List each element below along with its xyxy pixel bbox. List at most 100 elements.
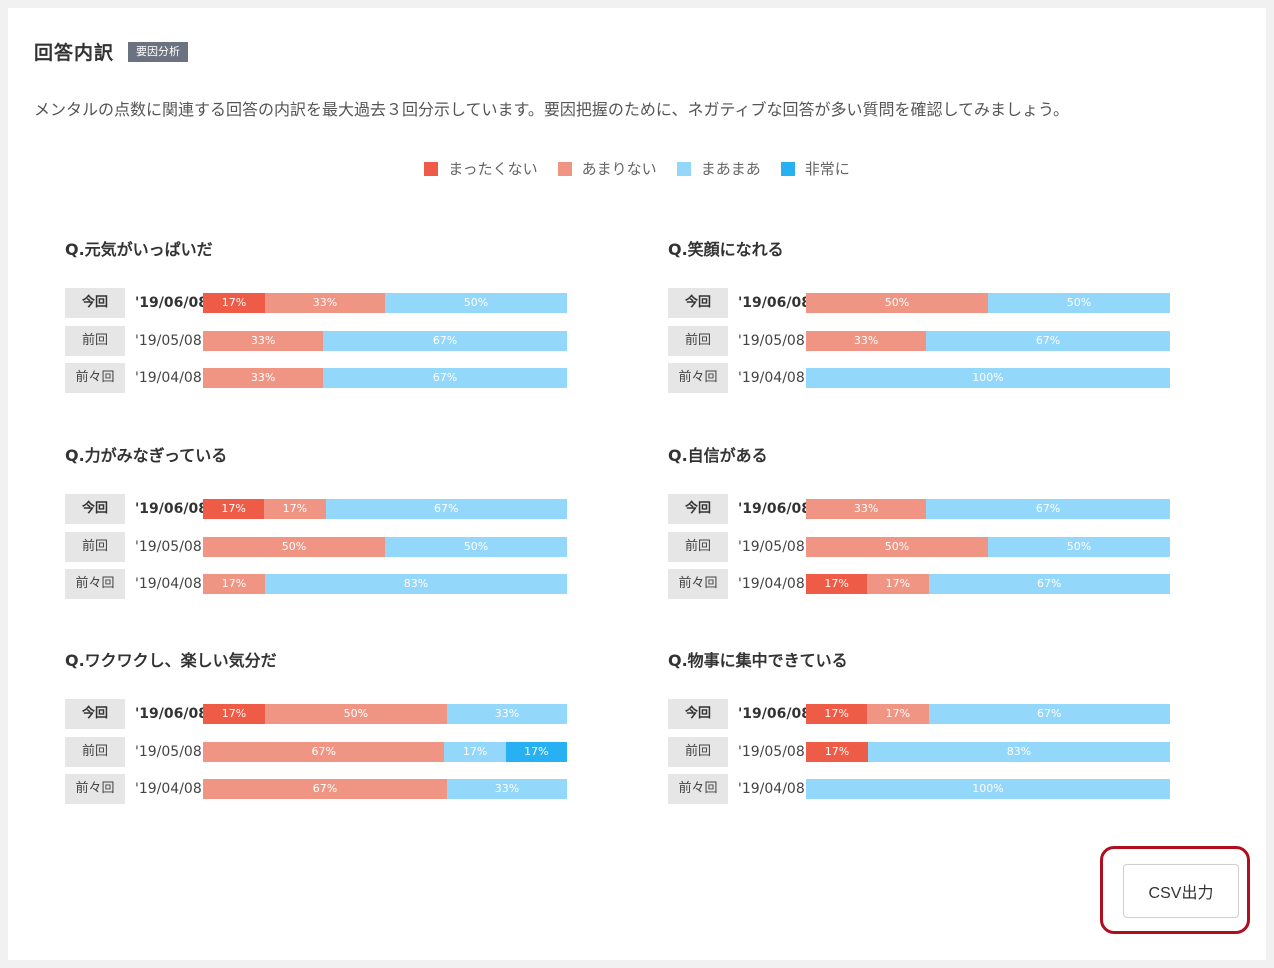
period-label: 今回 [668,699,728,729]
result-row: 前々回 '19/04/08 17% 17% 67% [668,569,1173,600]
bar-segment-somewhat: 83% [264,574,567,595]
survey-date: '19/05/08 [135,538,202,555]
stacked-bar: 50% 50% [806,536,1170,557]
legend-label: まあまあ [700,160,761,178]
section-heading: 回答内訳 要因分析 [34,38,189,65]
period-label: 今回 [668,494,728,524]
bar-segment-rarely: 33% [203,330,324,351]
bar-segment-somewhat: 50% [385,536,567,557]
result-row: 前々回 '19/04/08 100% [668,774,1173,805]
bar-segment-somewhat: 17% [444,741,506,762]
bar-segment-somewhat: 67% [323,368,567,389]
survey-date: '19/06/08 [135,706,208,722]
result-row: 前回 '19/05/08 50% 50% [668,531,1173,562]
legend-swatch [780,161,795,176]
question-title: Q.元気がいっぱいだ [65,240,213,259]
survey-date: '19/04/08 [738,781,805,798]
legend-item-very: 非常に [780,158,850,179]
result-row: 今回 '19/06/08 50% 50% [668,288,1173,318]
survey-date: '19/05/08 [135,743,202,760]
period-label: 前々回 [65,363,125,394]
question-title: Q.力がみなぎっている [65,446,228,465]
question-title: Q.笑顔になれる [668,240,784,259]
answer-breakdown-panel: 回答内訳 要因分析 メンタルの点数に関連する回答の内訳を最大過去３回分示していま… [8,8,1266,960]
stacked-bar: 33% 67% [203,368,567,389]
survey-date: '19/05/08 [135,332,202,349]
bar-segment-somewhat: 67% [325,499,567,519]
bar-segment-rarely: 17% [867,704,929,724]
description-text: メンタルの点数に関連する回答の内訳を最大過去３回分示しています。要因把握のために… [34,100,1070,119]
result-row: 前々回 '19/04/08 67% 33% [65,774,570,805]
period-label: 今回 [65,699,125,729]
stacked-bar: 17% 17% 67% [806,704,1170,724]
bar-segment-rarely: 17% [867,574,929,595]
survey-date: '19/04/08 [738,576,805,593]
survey-date: '19/06/08 [135,501,208,517]
bar-segment-somewhat: 50% [988,293,1170,313]
bar-segment-rarely: 33% [806,330,927,351]
bar-segment-not-at-all: 17% [806,704,868,724]
legend-swatch [424,161,439,176]
factor-analysis-tag: 要因分析 [128,41,189,62]
bar-segment-not-at-all: 17% [806,574,868,595]
bar-segment-not-at-all: 17% [203,704,265,724]
bar-segment-not-at-all: 17% [203,499,265,519]
result-row: 今回 '19/06/08 17% 50% 33% [65,699,570,729]
stacked-bar: 17% 83% [806,741,1170,762]
bar-segment-rarely: 33% [806,499,927,519]
period-label: 前々回 [65,774,125,805]
stacked-bar: 100% [806,779,1170,800]
bar-segment-not-at-all: 17% [806,741,868,762]
survey-date: '19/05/08 [738,332,805,349]
survey-date: '19/06/08 [738,501,811,517]
bar-segment-very: 17% [505,741,567,762]
bar-segment-rarely: 67% [203,741,445,762]
survey-date: '19/04/08 [135,781,202,798]
legend-label: まったくない [448,160,538,178]
period-label: 今回 [668,288,728,318]
period-label: 前々回 [668,774,728,805]
stacked-bar: 50% 50% [203,536,567,557]
bar-segment-not-at-all: 17% [203,293,265,313]
stacked-bar: 50% 50% [806,293,1170,313]
bar-segment-rarely: 50% [806,536,988,557]
result-row: 前回 '19/05/08 17% 83% [668,736,1173,767]
bar-segment-somewhat: 33% [446,779,567,800]
bar-segment-rarely: 50% [806,293,988,313]
result-row: 前回 '19/05/08 50% 50% [65,531,570,562]
bar-segment-somewhat: 50% [988,536,1170,557]
period-label: 前々回 [65,569,125,600]
legend-item-somewhat: まあまあ [676,158,761,179]
bar-segment-somewhat: 67% [323,330,567,351]
result-row: 前々回 '19/04/08 33% 67% [65,363,570,394]
bar-segment-rarely: 50% [203,536,385,557]
question-block: Q.力がみなぎっている 今回 '19/06/08 17% 17% 67% 前回 '19/05/… [65,444,570,607]
period-label: 前回 [668,325,728,356]
survey-date: '19/04/08 [738,370,805,387]
bar-segment-somewhat: 83% [867,741,1170,762]
question-block: Q.笑顔になれる今回 '19/06/08 50% 50% 前回 '19/05/08 33% 6… [668,238,1173,401]
bar-segment-somewhat: 50% [384,293,567,313]
stacked-bar: 33% 67% [806,330,1170,351]
question-block: Q.物事に集中できている 今回 '19/06/08 17% 17% 67% 前回 '19/05… [668,649,1173,812]
question-title: Q.物事に集中できている [668,651,848,670]
stacked-bar: 67% 33% [203,779,567,800]
bar-segment-rarely: 33% [203,368,324,389]
question-title: Q.ワクワクし、楽しい気分だ [65,651,277,670]
survey-date: '19/05/08 [738,743,805,760]
result-row: 前々回 '19/04/08 100% [668,363,1173,394]
bar-segment-somewhat: 33% [446,704,567,724]
question-block: Q.ワクワクし、楽しい気分だ 今回 '19/06/08 17% 50% 33% 前回 '19/… [65,649,570,812]
section-title: 回答内訳 [34,42,115,64]
legend-item-none: まったくない [424,158,538,179]
legend-swatch [557,161,572,176]
bar-segment-somewhat: 67% [926,330,1170,351]
csv-export-button[interactable]: CSV出力 [1123,864,1239,918]
period-label: 前回 [668,531,728,562]
period-label: 前回 [65,531,125,562]
result-row: 前回 '19/05/08 67% 17% 17% [65,736,570,767]
period-label: 前々回 [668,569,728,600]
bar-segment-rarely: 50% [264,704,447,724]
legend: まったくない あまりない まあまあ 非常に [8,158,1266,179]
period-label: 前回 [65,736,125,767]
